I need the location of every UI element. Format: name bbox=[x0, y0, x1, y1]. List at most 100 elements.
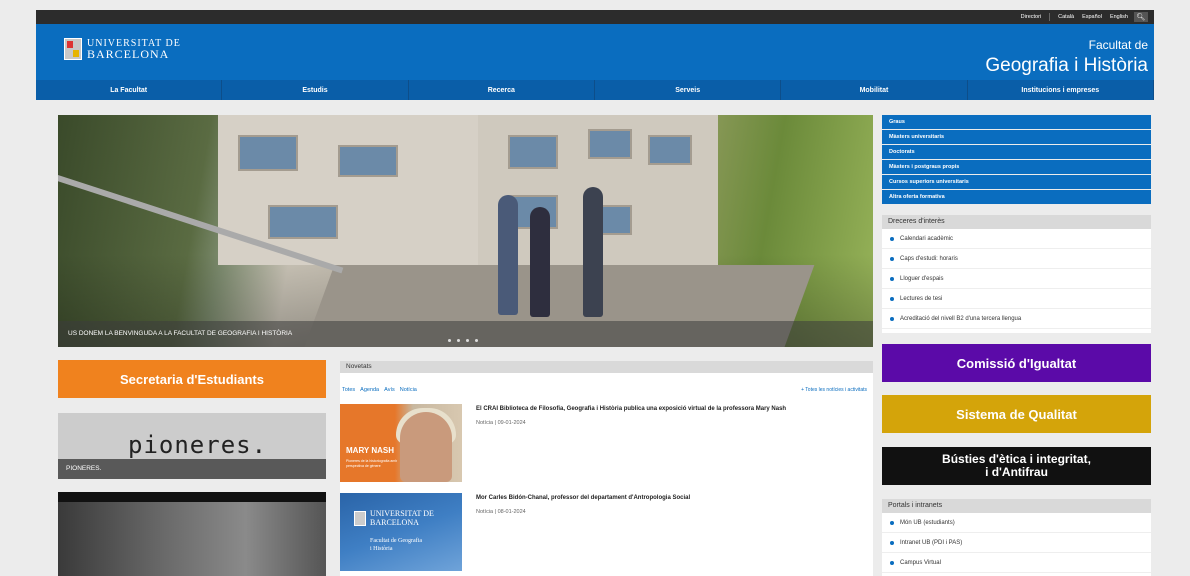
igualtat-banner[interactable]: Comissió d'Igualtat bbox=[882, 344, 1151, 382]
pioneres-caption-band: PIONERES. bbox=[58, 459, 326, 479]
dreceres-box: Dreceres d'interès Calendari acadèmic Ca… bbox=[882, 215, 1151, 333]
busties-banner[interactable]: Bústies d'ètica i integritat, i d'Antifr… bbox=[882, 447, 1151, 485]
nav-item-estudis[interactable]: Estudis bbox=[222, 80, 409, 100]
hero-photo-window bbox=[648, 135, 692, 165]
dreceres-item-label: Acreditació del nivell B2 d'una tercera … bbox=[900, 315, 1022, 322]
thumbnail-logo: UNIVERSITAT DE BARCELONA bbox=[354, 509, 434, 527]
news-tabs: Totes Agenda Avís Notícia bbox=[342, 387, 417, 393]
slider-dot[interactable] bbox=[475, 339, 478, 342]
faculty-line1: Facultat de bbox=[1088, 38, 1148, 52]
hero-photo-window bbox=[338, 145, 398, 177]
secretaria-label: Secretaria d'Estudiants bbox=[120, 371, 264, 387]
search-button[interactable]: 🔍︎ bbox=[1134, 12, 1148, 22]
studies-links: Graus Màsters universitaris Doctorats Mà… bbox=[882, 115, 1151, 205]
thumbnail-faculty: Facultat de Geografia i Història bbox=[370, 537, 422, 553]
hero-photo-person bbox=[498, 195, 518, 315]
link-espanol[interactable]: Español bbox=[1082, 14, 1102, 20]
slider-dot[interactable] bbox=[466, 339, 469, 342]
slider-dot[interactable] bbox=[457, 339, 460, 342]
bullet-icon bbox=[890, 236, 894, 241]
bullet-icon bbox=[890, 520, 894, 525]
slider-dots bbox=[448, 339, 478, 342]
portals-item[interactable]: Intranet UB (PDI i PAS) bbox=[882, 533, 1151, 553]
nav-item-recerca[interactable]: Recerca bbox=[409, 80, 595, 100]
secretaria-banner[interactable]: Secretaria d'Estudiants bbox=[58, 360, 326, 398]
news-item[interactable]: UNIVERSITAT DE BARCELONA Facultat de Geo… bbox=[340, 493, 873, 571]
thumbnail-logo-text: UNIVERSITAT DE BARCELONA bbox=[370, 509, 434, 527]
bullet-icon bbox=[890, 256, 894, 261]
nav-item-institucions[interactable]: Institucions i empreses bbox=[968, 80, 1154, 100]
dreceres-item[interactable]: Acreditació del nivell B2 d'una tercera … bbox=[882, 309, 1151, 329]
building-photo[interactable] bbox=[58, 492, 326, 576]
logo-line2: BARCELONA bbox=[87, 47, 170, 61]
portals-item-label: Campus Virtual bbox=[900, 559, 941, 566]
hero-photo-window bbox=[588, 129, 632, 159]
link-directori[interactable]: Directori bbox=[1021, 14, 1041, 20]
site-header: UNIVERSITAT DE BARCELONA Facultat de Geo… bbox=[36, 24, 1154, 80]
portals-item-label: Intranet UB (PDI i PAS) bbox=[900, 539, 963, 546]
dreceres-item-label: Calendari acadèmic bbox=[900, 235, 954, 242]
bullet-icon bbox=[890, 276, 894, 281]
bullet-icon bbox=[890, 316, 894, 321]
thumbnail-subtitle: Pioneres de la historiografia amb perspe… bbox=[346, 459, 398, 468]
link-masters-universitaris[interactable]: Màsters universitaris bbox=[882, 130, 1151, 144]
photo-top-strip bbox=[58, 492, 326, 502]
ub-shield-icon bbox=[64, 38, 82, 60]
nav-item-serveis[interactable]: Serveis bbox=[595, 80, 782, 100]
news-box: Novetats Totes Agenda Avís Notícia + Tot… bbox=[340, 361, 873, 576]
hero-photo-person bbox=[583, 187, 603, 317]
portals-title: Portals i intranets bbox=[882, 499, 1151, 513]
news-headline[interactable]: El CRAI Biblioteca de Filosofia, Geograf… bbox=[476, 406, 866, 412]
link-catala[interactable]: Català bbox=[1058, 14, 1074, 20]
news-item[interactable]: MARY NASH Pioneres de la historiografia … bbox=[340, 404, 873, 482]
news-meta: Notícia | 09-01-2024 bbox=[476, 420, 526, 426]
link-doctorats[interactable]: Doctorats bbox=[882, 145, 1151, 159]
hero-slider[interactable]: US DONEM LA BENVINGUDA A LA FACULTAT DE … bbox=[58, 115, 873, 347]
ub-logo[interactable]: UNIVERSITAT DE BARCELONA bbox=[64, 38, 181, 60]
top-bar: Directori Català Español English 🔍︎ bbox=[36, 10, 1154, 24]
tab-totes[interactable]: Totes bbox=[342, 387, 355, 393]
pioneres-word: pioneres. bbox=[128, 431, 268, 459]
qualitat-banner[interactable]: Sistema de Qualitat bbox=[882, 395, 1151, 433]
portals-item[interactable]: Campus Virtual bbox=[882, 553, 1151, 573]
tab-avis[interactable]: Avís bbox=[384, 387, 395, 393]
hero-caption: US DONEM LA BENVINGUDA A LA FACULTAT DE … bbox=[58, 321, 873, 347]
busties-line2: i d'Antifrau bbox=[985, 465, 1048, 479]
link-masters-propis[interactable]: Màsters i postgraus propis bbox=[882, 160, 1151, 174]
link-cursos-superiors[interactable]: Cursos superiors universitaris bbox=[882, 175, 1151, 189]
hero-caption-text: US DONEM LA BENVINGUDA A LA FACULTAT DE … bbox=[68, 330, 293, 337]
nav-item-mobilitat[interactable]: Mobilitat bbox=[781, 80, 968, 100]
all-news-link[interactable]: + Totes les notícies i activitats bbox=[801, 387, 867, 393]
slider-dot[interactable] bbox=[448, 339, 451, 342]
qualitat-label: Sistema de Qualitat bbox=[956, 406, 1077, 422]
link-altra-oferta[interactable]: Altra oferta formativa bbox=[882, 190, 1151, 204]
thumbnail-logo-line1: UNIVERSITAT DE bbox=[370, 509, 434, 518]
portals-item[interactable]: Món UB (estudiants) bbox=[882, 513, 1151, 533]
dreceres-item[interactable]: Caps d'estudi: horaris bbox=[882, 249, 1151, 269]
bullet-icon bbox=[890, 540, 894, 545]
pioneres-slider[interactable]: pioneres. PIONERES. bbox=[58, 413, 326, 479]
dreceres-title: Dreceres d'interès bbox=[882, 215, 1151, 229]
tab-agenda[interactable]: Agenda bbox=[360, 387, 379, 393]
tab-noticia[interactable]: Notícia bbox=[400, 387, 417, 393]
bullet-icon bbox=[890, 296, 894, 301]
logo-text: UNIVERSITAT DE BARCELONA bbox=[87, 38, 181, 60]
thumbnail-faculty-line2: i Història bbox=[370, 546, 393, 552]
pioneres-caption: PIONERES. bbox=[66, 465, 102, 472]
news-title: Novetats bbox=[340, 361, 873, 373]
hero-photo-person bbox=[530, 207, 550, 317]
news-headline[interactable]: Mor Carles Bidón-Chanal, professor del d… bbox=[476, 495, 866, 501]
dreceres-item[interactable]: Lloguer d'espais bbox=[882, 269, 1151, 289]
dreceres-item[interactable]: Lectures de tesi bbox=[882, 289, 1151, 309]
portals-box: Portals i intranets Món UB (estudiants) … bbox=[882, 499, 1151, 576]
faculty-line2: Geografia i Història bbox=[985, 55, 1148, 76]
portrait-face bbox=[400, 412, 452, 482]
news-thumbnail: UNIVERSITAT DE BARCELONA Facultat de Geo… bbox=[340, 493, 462, 571]
dreceres-item[interactable]: Calendari acadèmic bbox=[882, 229, 1151, 249]
portals-item-label: Món UB (estudiants) bbox=[900, 519, 955, 526]
faculty-title[interactable]: Facultat de Geografia i Història bbox=[985, 38, 1148, 77]
thumbnail-name: MARY NASH bbox=[346, 446, 395, 455]
link-graus[interactable]: Graus bbox=[882, 115, 1151, 129]
nav-item-la-facultat[interactable]: La Facultat bbox=[36, 80, 223, 100]
link-english[interactable]: English bbox=[1110, 14, 1128, 20]
